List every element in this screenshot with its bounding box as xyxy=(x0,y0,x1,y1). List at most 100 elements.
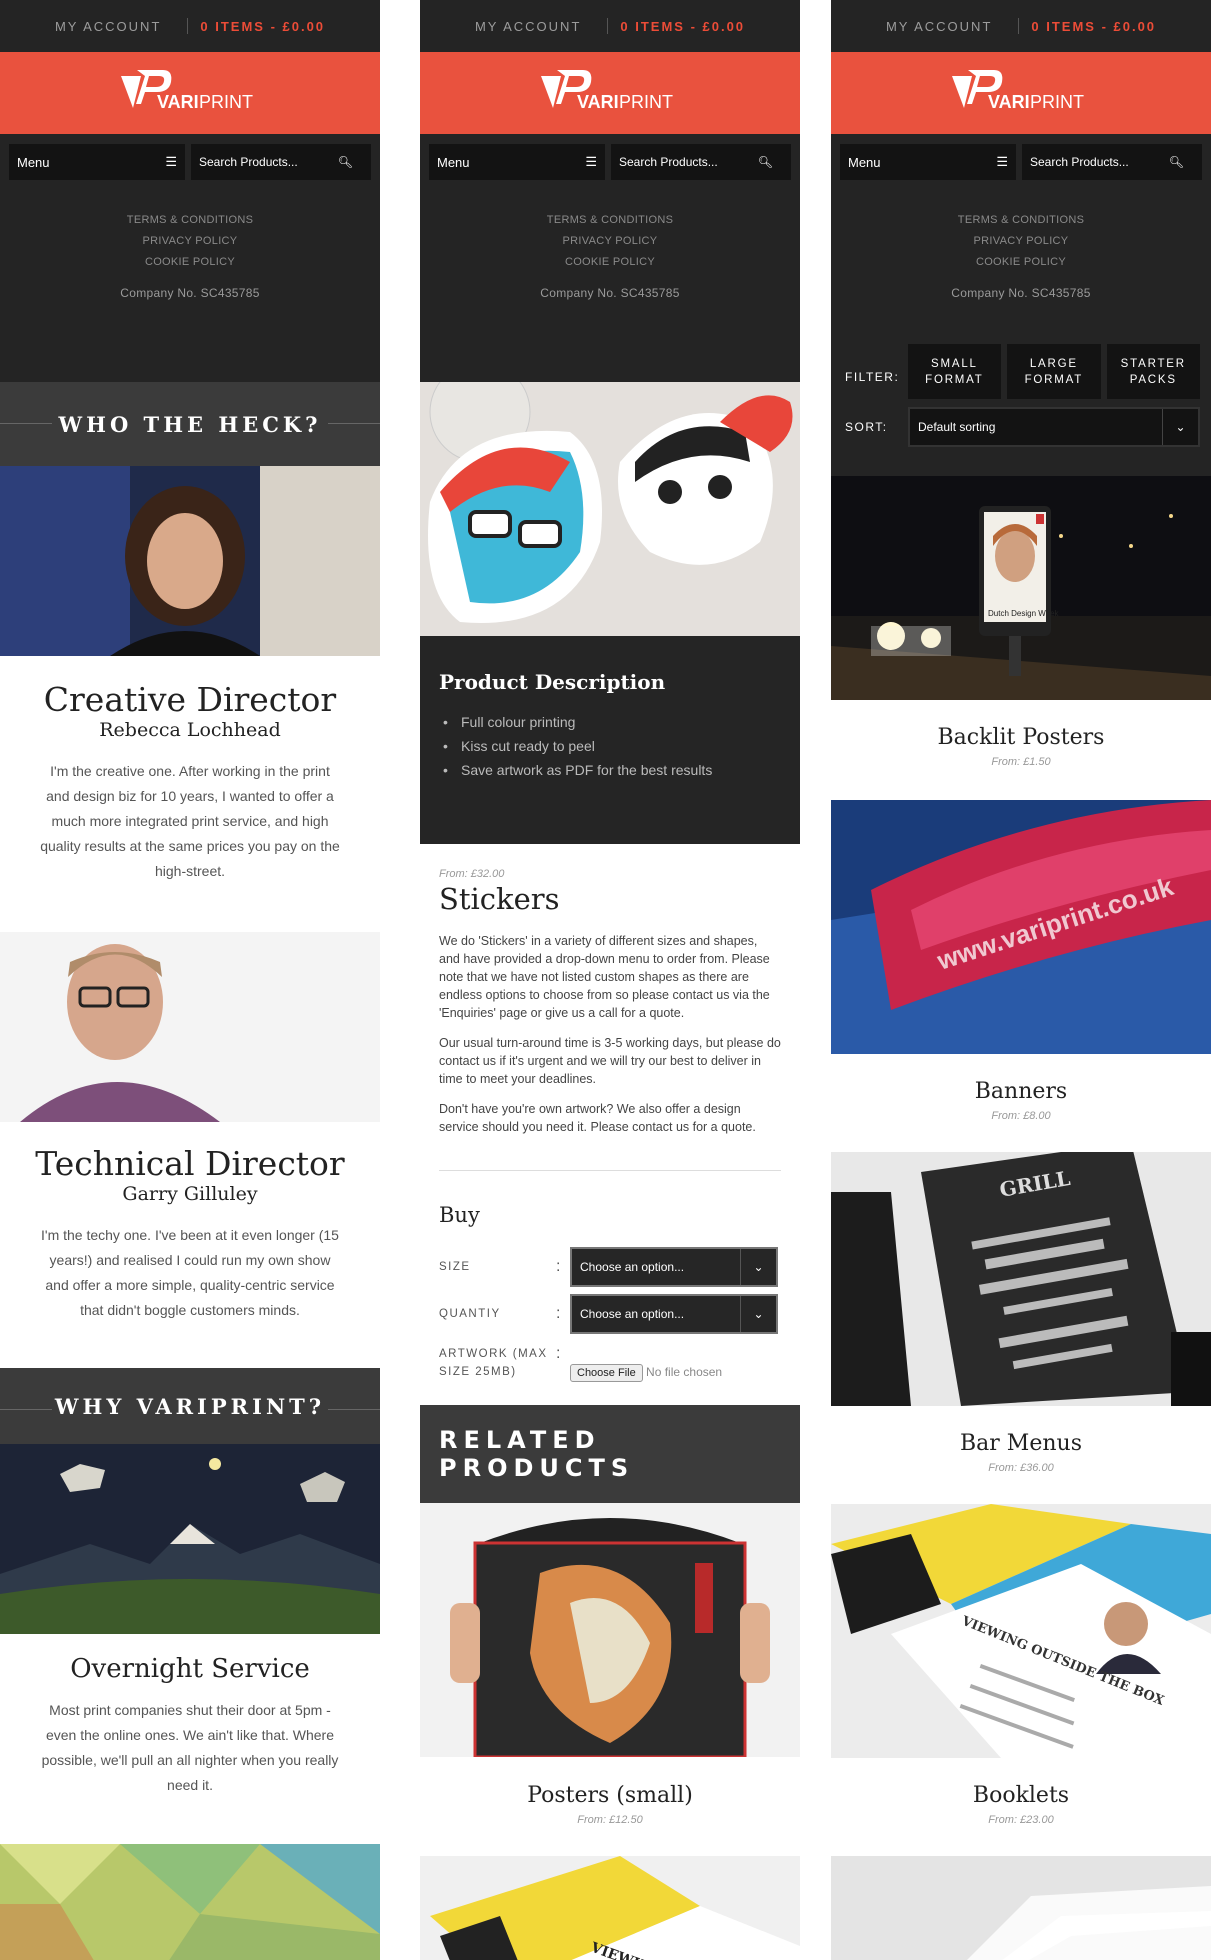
garry-photo xyxy=(0,932,380,1122)
chevron-down-icon: ⌄ xyxy=(740,1295,776,1332)
search-icon[interactable]: 🔍︎ xyxy=(758,155,773,169)
size-select[interactable]: Choose an option... ⌄ xyxy=(570,1246,778,1287)
brand-print: PRINT xyxy=(1030,92,1084,112)
divider xyxy=(1018,18,1020,34)
brand-vari: VARI xyxy=(577,92,619,112)
hamburger-icon: ☰ xyxy=(585,154,597,169)
business-card-image xyxy=(831,1856,1211,1960)
person-name: Garry Gilluley xyxy=(122,1183,258,1205)
terms-link[interactable]: TERMS & CONDITIONS xyxy=(0,210,380,231)
menu-button[interactable]: Menu ☰ xyxy=(840,144,1016,180)
booklet-thumbnail: VIEWING OUTSIDE THE BOX xyxy=(420,1856,800,1960)
site-logo[interactable]: VARI PRINT xyxy=(420,52,800,134)
my-account-link[interactable]: MY ACCOUNT xyxy=(475,19,581,34)
banner-image: www.variprint.co.uk xyxy=(831,800,1211,1054)
brand-print: PRINT xyxy=(199,92,253,112)
brand-vari: VARI xyxy=(157,92,199,112)
search-input[interactable]: Search Products... 🔍︎ xyxy=(191,144,371,180)
section-heading: WHY VARIPRINT? xyxy=(0,1368,380,1444)
product-paragraph: Don't have you're own artwork? We also o… xyxy=(439,1102,756,1134)
variprint-logo-icon: VARI PRINT xyxy=(541,70,673,112)
search-icon[interactable]: 🔍︎ xyxy=(1169,155,1184,169)
divider xyxy=(187,18,189,34)
nav-bar: Menu ☰ Search Products... 🔍︎ xyxy=(420,134,800,198)
search-input[interactable]: Search Products... 🔍︎ xyxy=(611,144,791,180)
product-title[interactable]: Booklets xyxy=(831,1783,1211,1808)
my-account-link[interactable]: MY ACCOUNT xyxy=(55,19,161,34)
list-item: Full colour printing xyxy=(443,710,800,734)
site-logo[interactable]: VARI PRINT xyxy=(0,52,380,134)
filter-panel: FILTER: SMALL FORMAT LARGE FORMAT STARTE… xyxy=(831,334,1211,476)
top-bar: MY ACCOUNT 0 ITEMS - £0.00 xyxy=(420,0,800,52)
feature-list: Full colour printing Kiss cut ready to p… xyxy=(439,710,800,782)
divider xyxy=(439,1170,781,1171)
site-logo[interactable]: VARI PRINT xyxy=(831,52,1211,134)
menu-label: Menu xyxy=(17,154,50,170)
cookie-link[interactable]: COOKIE POLICY xyxy=(420,252,800,273)
section-heading-text: WHO THE HECK? xyxy=(58,411,322,437)
person-role: Creative Director xyxy=(43,680,337,719)
product-title[interactable]: Bar Menus xyxy=(831,1431,1211,1456)
filter-large-format[interactable]: LARGE FORMAT xyxy=(1007,344,1101,399)
choose-file-button[interactable]: Choose File xyxy=(570,1364,643,1382)
poster-product-image xyxy=(420,1503,800,1757)
section-heading: WHO THE HECK? xyxy=(0,382,380,466)
feature-title: Overnight Service xyxy=(70,1654,310,1684)
hamburger-icon: ☰ xyxy=(165,154,177,169)
privacy-link[interactable]: PRIVACY POLICY xyxy=(0,231,380,252)
product-title[interactable]: Backlit Posters xyxy=(831,725,1211,750)
cart-link[interactable]: 0 ITEMS - £0.00 xyxy=(1031,19,1156,34)
cart-link[interactable]: 0 ITEMS - £0.00 xyxy=(620,19,745,34)
related-product-title[interactable]: Posters (small) xyxy=(420,1783,800,1808)
privacy-link[interactable]: PRIVACY POLICY xyxy=(831,231,1211,252)
filter-starter-packs[interactable]: STARTER PACKS xyxy=(1106,344,1201,399)
filter-small-format[interactable]: SMALL FORMAT xyxy=(907,344,1002,399)
person-bio: I'm the creative one. After working in t… xyxy=(40,763,340,879)
top-bar: MY ACCOUNT 0 ITEMS - £0.00 xyxy=(831,0,1211,52)
search-icon[interactable]: 🔍︎ xyxy=(338,155,353,169)
terms-link[interactable]: TERMS & CONDITIONS xyxy=(831,210,1211,231)
menu-label: Menu xyxy=(437,154,470,170)
artwork-label: ARTWORK (MAX SIZE 25MB) xyxy=(439,1348,548,1378)
product-price: From: £32.00 xyxy=(439,868,505,880)
quantity-label: QUANTIY xyxy=(439,1307,501,1320)
search-input[interactable]: Search Products... 🔍︎ xyxy=(1022,144,1202,180)
poster-caption: Dutch Design Week xyxy=(988,609,1060,618)
sort-select[interactable]: Default sorting ⌄ xyxy=(908,407,1200,447)
cookie-link[interactable]: COOKIE POLICY xyxy=(0,252,380,273)
quantity-row: QUANTIY : Choose an option... ⌄ xyxy=(420,1290,800,1337)
shop-page: MY ACCOUNT 0 ITEMS - £0.00 VARI PRINT Me… xyxy=(831,0,1211,1960)
person-role: Technical Director xyxy=(35,1144,345,1183)
search-placeholder: Search Products... xyxy=(199,155,298,169)
sort-value: Default sorting xyxy=(918,420,996,434)
nav-bar: Menu ☰ Search Products... 🔍︎ xyxy=(831,134,1211,198)
my-account-link[interactable]: MY ACCOUNT xyxy=(886,19,992,34)
related-heading: RELATED PRODUCTS xyxy=(420,1405,800,1503)
product-title[interactable]: Banners xyxy=(831,1079,1211,1104)
menu-button[interactable]: Menu ☰ xyxy=(9,144,185,180)
quantity-select[interactable]: Choose an option... ⌄ xyxy=(570,1293,778,1334)
product-title: Stickers xyxy=(439,882,560,916)
terms-link[interactable]: TERMS & CONDITIONS xyxy=(420,210,800,231)
product-paragraph: Our usual turn-around time is 3-5 workin… xyxy=(439,1036,781,1086)
list-item: Kiss cut ready to peel xyxy=(443,734,800,758)
privacy-link[interactable]: PRIVACY POLICY xyxy=(420,231,800,252)
file-status: No file chosen xyxy=(646,1365,723,1379)
variprint-logo-icon: VARI PRINT xyxy=(952,70,1084,112)
menu-label: Menu xyxy=(848,154,881,170)
top-bar: MY ACCOUNT 0 ITEMS - £0.00 xyxy=(0,0,380,52)
backlit-poster-image: Dutch Design Week xyxy=(831,476,1211,700)
related-product-price: From: £12.50 xyxy=(577,1814,643,1826)
rebecca-photo xyxy=(0,466,380,656)
cookie-link[interactable]: COOKIE POLICY xyxy=(831,252,1211,273)
sort-label: SORT: xyxy=(845,420,888,434)
footer-links: TERMS & CONDITIONS PRIVACY POLICY COOKIE… xyxy=(0,198,380,382)
product-price: From: £1.50 xyxy=(991,756,1051,768)
search-placeholder: Search Products... xyxy=(1030,155,1129,169)
cart-link[interactable]: 0 ITEMS - £0.00 xyxy=(200,19,325,34)
booklet-image: VIEWING OUTSIDE THE BOX xyxy=(831,1504,1211,1758)
buy-heading: Buy xyxy=(439,1203,480,1227)
variprint-logo-icon: VARI PRINT xyxy=(121,70,253,112)
menu-button[interactable]: Menu ☰ xyxy=(429,144,605,180)
night-landscape-image xyxy=(0,1444,380,1634)
